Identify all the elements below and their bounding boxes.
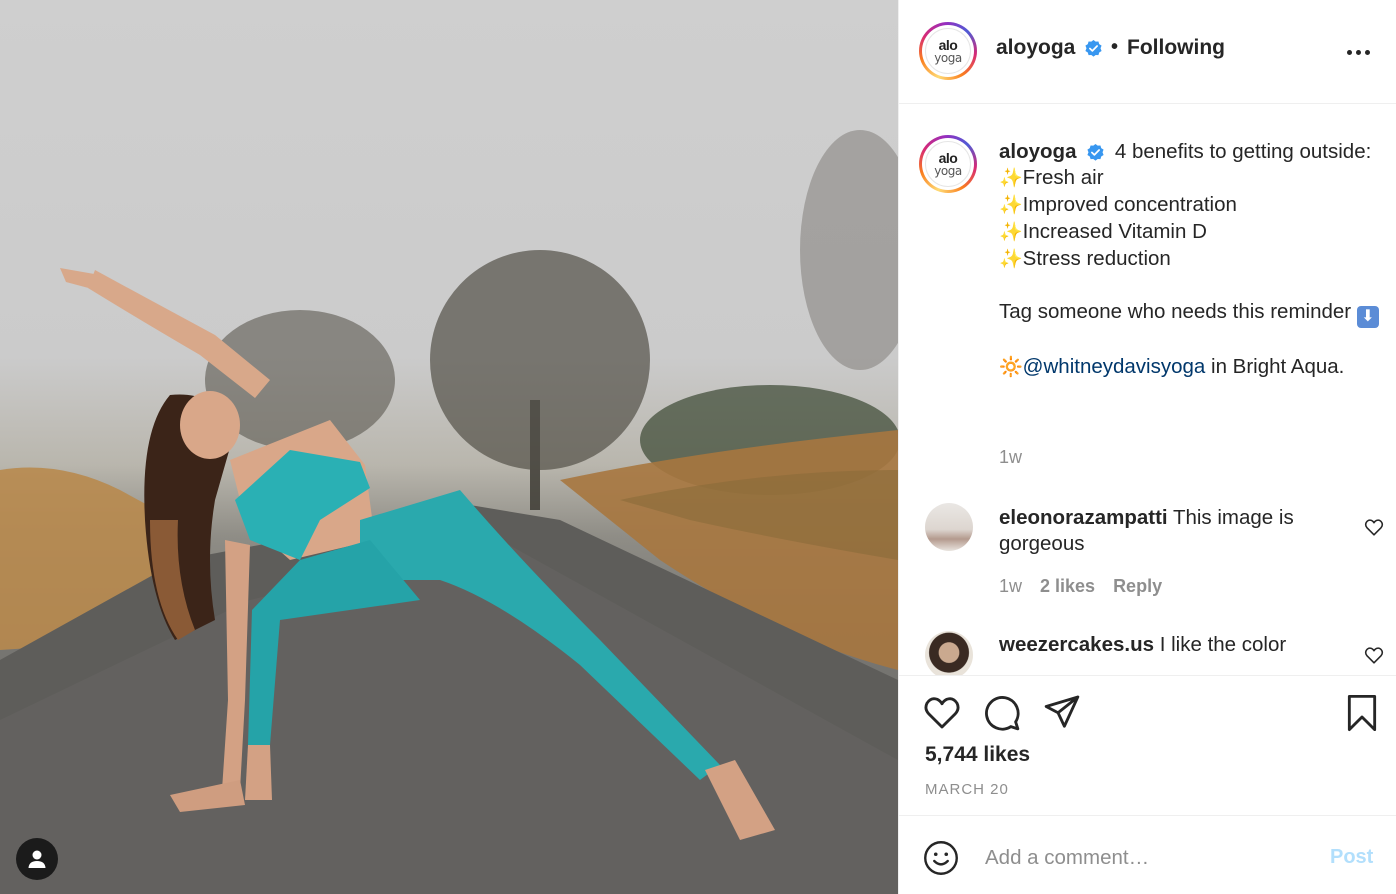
caption-tag-text: Tag someone who needs this reminder ⬇ bbox=[999, 300, 1379, 328]
comment-composer: Post bbox=[899, 815, 1396, 894]
caption-avatar[interactable]: alo yoga bbox=[919, 135, 977, 193]
comment-likes[interactable]: 2 likes bbox=[1040, 576, 1095, 597]
alo-yoga-logo: alo yoga bbox=[925, 28, 971, 74]
post-sidebar: alo yoga aloyoga • Following alo yoga al… bbox=[898, 0, 1396, 894]
header-separator: • bbox=[1111, 36, 1119, 58]
sun-icon: 🔆 bbox=[999, 357, 1023, 378]
user-tag-icon bbox=[28, 850, 46, 868]
alo-yoga-logo: alo yoga bbox=[925, 141, 971, 187]
benefit-item: ✨Improved concentration bbox=[999, 193, 1237, 216]
yoga-photo-illustration bbox=[0, 130, 898, 894]
heart-icon[interactable] bbox=[923, 694, 961, 730]
comment-username[interactable]: eleonorazampatti bbox=[999, 506, 1168, 529]
more-icon[interactable] bbox=[1341, 40, 1375, 64]
bookmark-icon[interactable] bbox=[1345, 694, 1379, 732]
commenter-avatar[interactable] bbox=[925, 503, 973, 551]
emoji-icon[interactable] bbox=[923, 840, 959, 876]
following-button[interactable]: Following bbox=[1127, 36, 1225, 60]
benefit-item: ✨Increased Vitamin D bbox=[999, 220, 1207, 243]
header-avatar[interactable]: alo yoga bbox=[919, 22, 977, 80]
commenter-avatar[interactable] bbox=[925, 631, 973, 675]
comment-meta: 1w 2 likes Reply bbox=[999, 576, 1162, 597]
caption-credit: 🔆@whitneydavisyoga in Bright Aqua. bbox=[999, 355, 1345, 378]
comments-section[interactable]: alo yoga aloyoga 4 benefits to getting o… bbox=[899, 105, 1396, 675]
comment-icon[interactable] bbox=[983, 694, 1021, 732]
comment-heart-icon[interactable] bbox=[1364, 518, 1384, 536]
user-tag-button[interactable] bbox=[16, 838, 58, 880]
benefit-item: ✨Fresh air bbox=[999, 166, 1104, 189]
caption-timestamp[interactable]: 1w bbox=[999, 447, 1022, 468]
comment-timestamp[interactable]: 1w bbox=[999, 576, 1022, 597]
caption-intro: 4 benefits to getting outside: bbox=[1114, 140, 1372, 163]
caption-username[interactable]: aloyoga bbox=[999, 140, 1076, 163]
benefit-item: ✨Stress reduction bbox=[999, 247, 1171, 270]
mention-link[interactable]: @whitneydavisyoga bbox=[1023, 355, 1206, 378]
likes-count[interactable]: 5,744 likes bbox=[925, 743, 1030, 767]
comment-heart-icon[interactable] bbox=[1364, 646, 1384, 664]
post-button[interactable]: Post bbox=[1330, 846, 1373, 869]
comment-text: I like the color bbox=[1159, 633, 1287, 656]
post-photo[interactable] bbox=[0, 0, 898, 894]
verified-icon bbox=[1087, 144, 1104, 161]
comment-username[interactable]: weezercakes.us bbox=[999, 633, 1154, 656]
sparkles-icon: ✨ bbox=[999, 222, 1023, 243]
action-bar: 5,744 likes MARCH 20 bbox=[899, 675, 1396, 815]
sparkles-icon: ✨ bbox=[999, 168, 1023, 189]
header-username[interactable]: aloyoga bbox=[996, 36, 1075, 60]
share-icon[interactable] bbox=[1043, 694, 1081, 730]
post-caption: aloyoga 4 benefits to getting outside: ✨… bbox=[999, 139, 1391, 381]
reply-button[interactable]: Reply bbox=[1113, 576, 1162, 597]
sparkles-icon: ✨ bbox=[999, 195, 1023, 216]
verified-icon bbox=[1085, 39, 1102, 57]
post-header: alo yoga aloyoga • Following bbox=[899, 0, 1396, 104]
sparkles-icon: ✨ bbox=[999, 249, 1023, 270]
post-date[interactable]: MARCH 20 bbox=[925, 781, 1009, 798]
comment-item: weezercakes.us I like the color bbox=[999, 632, 1345, 658]
comment-item: eleonorazampatti This image is gorgeous bbox=[999, 505, 1345, 557]
comment-input[interactable] bbox=[985, 840, 1305, 876]
down-arrow-icon: ⬇ bbox=[1356, 306, 1379, 328]
